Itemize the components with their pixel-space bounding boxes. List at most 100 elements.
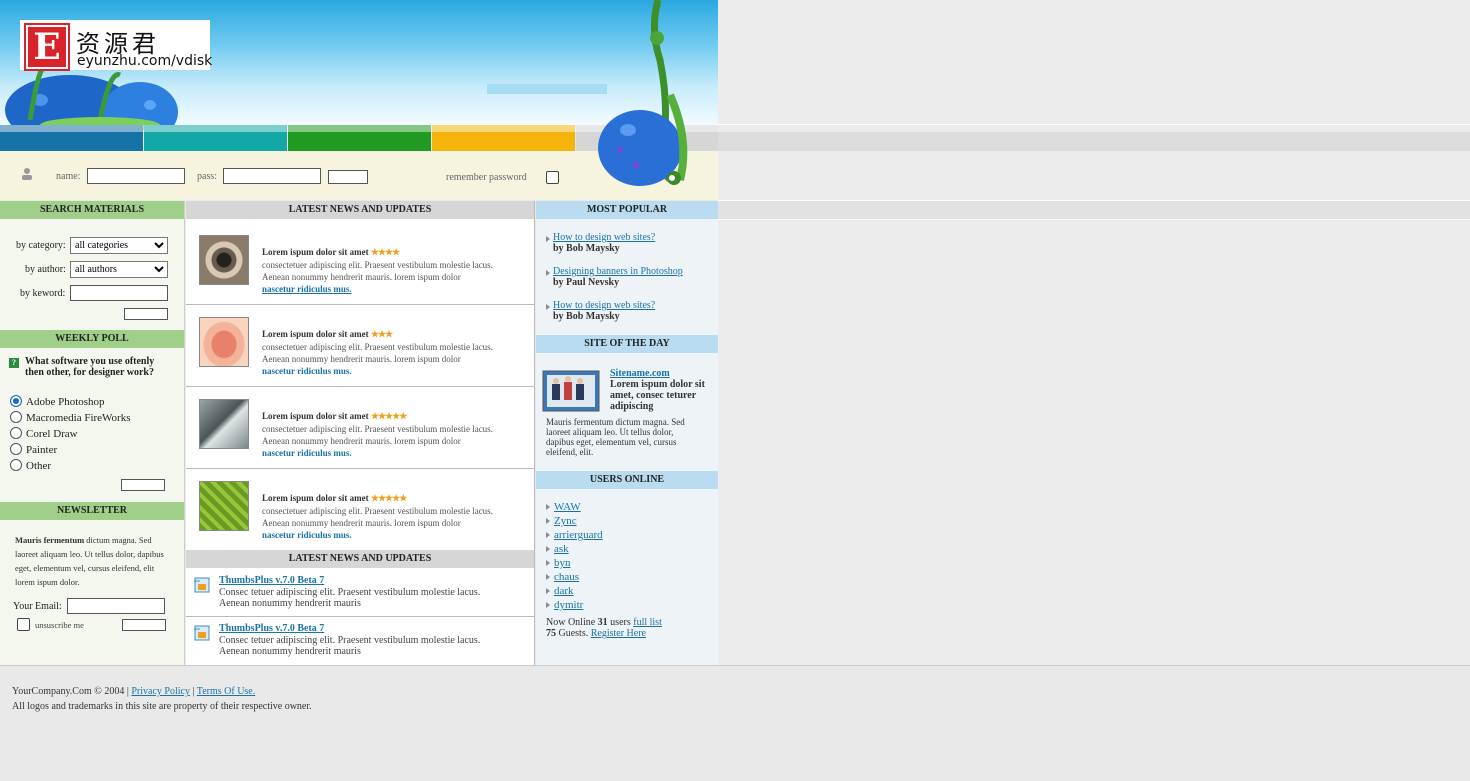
news-item-title: Lorem ispum dolor sit amet — [262, 411, 369, 421]
password-input[interactable] — [223, 168, 321, 184]
category-label: by category: — [16, 240, 66, 251]
document-icon — [194, 577, 210, 593]
user-icon — [22, 168, 32, 180]
popular-link[interactable]: Designing banners in Photoshop — [553, 266, 683, 277]
arrow-icon — [546, 588, 550, 594]
site-of-day-text: Mauris fermentum dictum magna. Sed laore… — [546, 417, 685, 457]
rating-stars: ★★★ — [370, 329, 393, 339]
name-input[interactable] — [87, 168, 185, 184]
update-title-link[interactable]: ThumbsPlus v.7.0 Beta 7 — [219, 623, 324, 634]
news-item: Lorem ispum dolor sit amet ★★★★★ consect… — [186, 387, 534, 469]
news-item-text: consectetuer adipiscing elit. Praesent v… — [262, 424, 493, 446]
keyword-input[interactable] — [70, 285, 168, 301]
terms-link[interactable]: Terms Of Use. — [197, 686, 255, 697]
unsubscribe-checkbox[interactable] — [17, 618, 30, 631]
news-item-link[interactable]: nascetur ridiculus mus. — [262, 284, 352, 294]
snail-illustration-right — [598, 0, 688, 186]
newsletter-text: Mauris fermentum dictum magna. Sed laore… — [15, 535, 164, 587]
arrow-icon — [546, 236, 550, 242]
email-input[interactable] — [67, 598, 165, 614]
update-item: ThumbsPlus v.7.0 Beta 7 Consec tetuer ad… — [186, 617, 534, 664]
poll-option[interactable]: Macromedia FireWorks — [10, 411, 131, 424]
footer-trademarks: All logos and trademarks in this site ar… — [12, 701, 312, 712]
poll-option[interactable]: Painter — [10, 443, 57, 456]
user-link[interactable]: WAW — [554, 501, 581, 513]
keyword-label: by keword: — [20, 288, 66, 299]
user-link[interactable]: Zync — [554, 515, 577, 527]
site-header: name: pass: remember password E 资源君 eyun… — [0, 0, 718, 200]
name-label: name: — [56, 171, 81, 182]
rating-stars: ★★★★★ — [370, 411, 407, 421]
screenshot-icon — [542, 370, 600, 412]
guests-summary: 75 Guests. Register Here — [546, 628, 646, 639]
email-label: Your Email: — [13, 601, 62, 612]
news-item-text: consectetuer adipiscing elit. Praesent v… — [262, 342, 493, 364]
arrow-icon — [546, 602, 550, 608]
footer-copyright: YourCompany.Com © 2004 | Privacy Policy … — [12, 686, 256, 697]
user-link[interactable]: ask — [554, 543, 569, 555]
author-select[interactable]: all authors — [70, 261, 168, 278]
subscribe-button[interactable] — [122, 619, 166, 631]
update-text: Consec tetuer adipiscing elit. Praesent … — [219, 635, 481, 646]
user-link[interactable]: dark — [554, 585, 574, 597]
arrow-icon — [546, 270, 550, 276]
arrow-icon — [546, 560, 550, 566]
arrow-icon — [546, 574, 550, 580]
logo-mark: E — [24, 23, 70, 71]
popular-author: by Paul Nevsky — [553, 277, 620, 288]
site-of-day-link[interactable]: Sitename.com — [610, 368, 670, 379]
eye-icon — [199, 235, 249, 285]
arrow-icon — [546, 546, 550, 552]
feather-icon — [199, 399, 249, 449]
privacy-link[interactable]: Privacy Policy — [131, 686, 190, 697]
site-of-day-title: SITE OF THE DAY — [536, 335, 718, 353]
update-title-link[interactable]: ThumbsPlus v.7.0 Beta 7 — [219, 575, 324, 586]
header-highlight — [487, 84, 607, 94]
poll-option[interactable]: Other — [10, 459, 51, 472]
remember-checkbox[interactable] — [546, 171, 559, 184]
news-item-title: Lorem ispum dolor sit amet — [262, 493, 369, 503]
news-title: LATEST NEWS AND UPDATES — [186, 201, 534, 219]
user-link[interactable]: arrierguard — [554, 529, 603, 541]
search-title: SEARCH MATERIALS — [0, 201, 184, 219]
updates-title: LATEST NEWS AND UPDATES — [186, 550, 534, 568]
news-item: Lorem ispum dolor sit amet ★★★★★ consect… — [186, 469, 534, 551]
full-list-link[interactable]: full list — [633, 617, 662, 628]
arrow-icon — [546, 518, 550, 524]
register-link[interactable]: Register Here — [591, 628, 646, 639]
online-summary: Now Online 31 users full list — [546, 617, 662, 628]
category-select[interactable]: all categories — [70, 237, 168, 254]
poll-option[interactable]: Adobe Photoshop — [10, 395, 105, 408]
remember-label: remember password — [446, 172, 527, 183]
popular-link[interactable]: How to design web sites? — [553, 232, 655, 243]
poll-question: What software you use oftenly then other… — [25, 356, 155, 378]
user-link[interactable]: byn — [554, 557, 571, 569]
popular-author: by Bob Maysky — [553, 243, 620, 254]
search-button[interactable] — [124, 308, 168, 320]
logo-url: eyunzhu.com/vdisk — [77, 53, 213, 69]
popular-author: by Bob Maysky — [553, 311, 620, 322]
user-link[interactable]: dymitr — [554, 599, 583, 611]
user-link[interactable]: chaus — [554, 571, 579, 583]
newsletter-title: NEWSLETTER — [0, 502, 184, 520]
arrow-icon — [546, 532, 550, 538]
update-text: Consec tetuer adipiscing elit. Praesent … — [219, 587, 481, 598]
site-of-day-tagline: Lorem ispum dolor sit amet, consec tetur… — [610, 379, 705, 412]
popular-title: MOST POPULAR — [536, 201, 718, 219]
poll-title: WEEKLY POLL — [0, 330, 184, 348]
right-stripe — [718, 132, 1470, 151]
pass-label: pass: — [197, 171, 217, 182]
news-item-link[interactable]: nascetur ridiculus mus. — [262, 366, 352, 376]
rating-stars: ★★★★ — [370, 247, 400, 257]
news-item-link[interactable]: nascetur ridiculus mus. — [262, 530, 352, 540]
news-item-text: consectetuer adipiscing elit. Praesent v… — [262, 506, 493, 528]
site-logo[interactable]: E 资源君 eyunzhu.com/vdisk — [20, 20, 213, 71]
poll-option[interactable]: Corel Draw — [10, 427, 78, 440]
login-button[interactable] — [328, 170, 368, 184]
news-item-link[interactable]: nascetur ridiculus mus. — [262, 448, 352, 458]
rating-stars: ★★★★★ — [370, 493, 407, 503]
popular-link[interactable]: How to design web sites? — [553, 300, 655, 311]
vote-button[interactable] — [121, 479, 165, 491]
left-sidebar: SEARCH MATERIALS by category: all catego… — [0, 201, 185, 665]
right-sidebar: MOST POPULAR How to design web sites? by… — [536, 201, 718, 665]
